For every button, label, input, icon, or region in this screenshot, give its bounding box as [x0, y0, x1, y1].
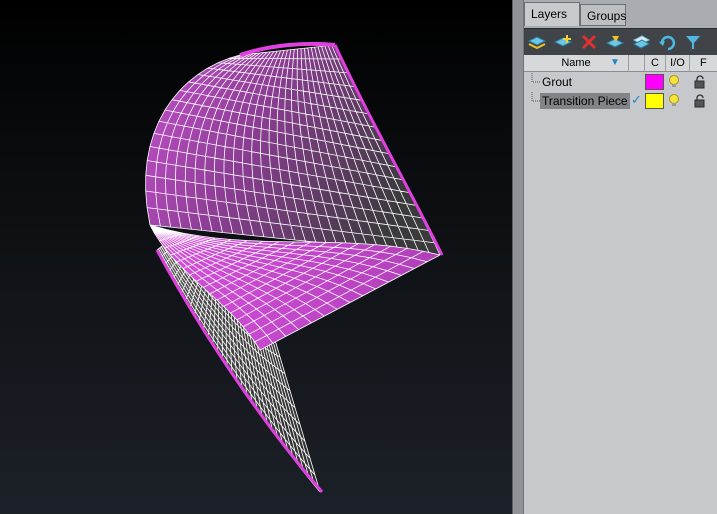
tab-groups-label: Groups — [587, 9, 627, 23]
lock-icon[interactable] — [694, 75, 706, 89]
3d-viewport[interactable] — [0, 0, 512, 514]
layer-list-header: Name ▼ C I/O F — [524, 55, 717, 72]
outer-shell-surface — [145, 45, 440, 255]
column-freeze-label: F — [700, 57, 707, 69]
column-freeze-header[interactable]: F — [690, 55, 717, 71]
tree-connector — [531, 73, 540, 83]
layer-row-transition-piece[interactable]: Transition Piece ✓ — [524, 92, 717, 110]
layers-panel: Layers Groups Name ▼ C I/O F Grout Trans… — [524, 0, 717, 514]
column-io-header[interactable]: I/O — [666, 55, 690, 71]
layer-name-grout[interactable]: Grout — [540, 74, 574, 90]
add-layer-icon[interactable] — [552, 32, 574, 52]
lock-icon[interactable] — [694, 94, 706, 108]
column-name-header[interactable]: Name ▼ — [524, 55, 629, 71]
undo-icon[interactable] — [656, 32, 678, 52]
current-layer-check-icon[interactable]: ✓ — [631, 92, 642, 110]
layer-properties-icon[interactable] — [604, 32, 626, 52]
copy-layer-icon[interactable] — [630, 32, 652, 52]
sort-arrow-icon: ▼ — [610, 57, 620, 68]
lightbulb-on-icon[interactable] — [667, 74, 681, 90]
column-current-header[interactable] — [629, 55, 645, 71]
lightbulb-on-icon[interactable] — [667, 93, 681, 109]
tab-layers[interactable]: Layers — [524, 2, 580, 26]
column-name-label: Name — [561, 57, 591, 69]
layers-toolbar — [524, 28, 717, 55]
filter-icon[interactable] — [682, 32, 704, 52]
mesh-model — [145, 41, 444, 493]
layer-color-grout[interactable] — [645, 74, 664, 90]
column-color-label: C — [651, 57, 659, 69]
layer-row-grout[interactable]: Grout — [524, 73, 717, 91]
column-color-header[interactable]: C — [645, 55, 666, 71]
tab-groups[interactable]: Groups — [580, 4, 626, 26]
tree-connector — [531, 92, 540, 102]
delete-layer-icon[interactable] — [578, 32, 600, 52]
layer-list: Name ▼ C I/O F Grout Transition Piece ✓ — [524, 55, 717, 514]
column-io-label: I/O — [670, 57, 685, 69]
tab-layers-label: Layers — [531, 7, 568, 21]
layer-color-transition-piece[interactable] — [645, 93, 664, 109]
panel-splitter[interactable] — [512, 0, 524, 514]
layer-name-transition-piece[interactable]: Transition Piece — [540, 93, 630, 109]
tab-bar: Layers Groups — [524, 0, 717, 28]
new-layer-icon[interactable] — [526, 32, 548, 52]
